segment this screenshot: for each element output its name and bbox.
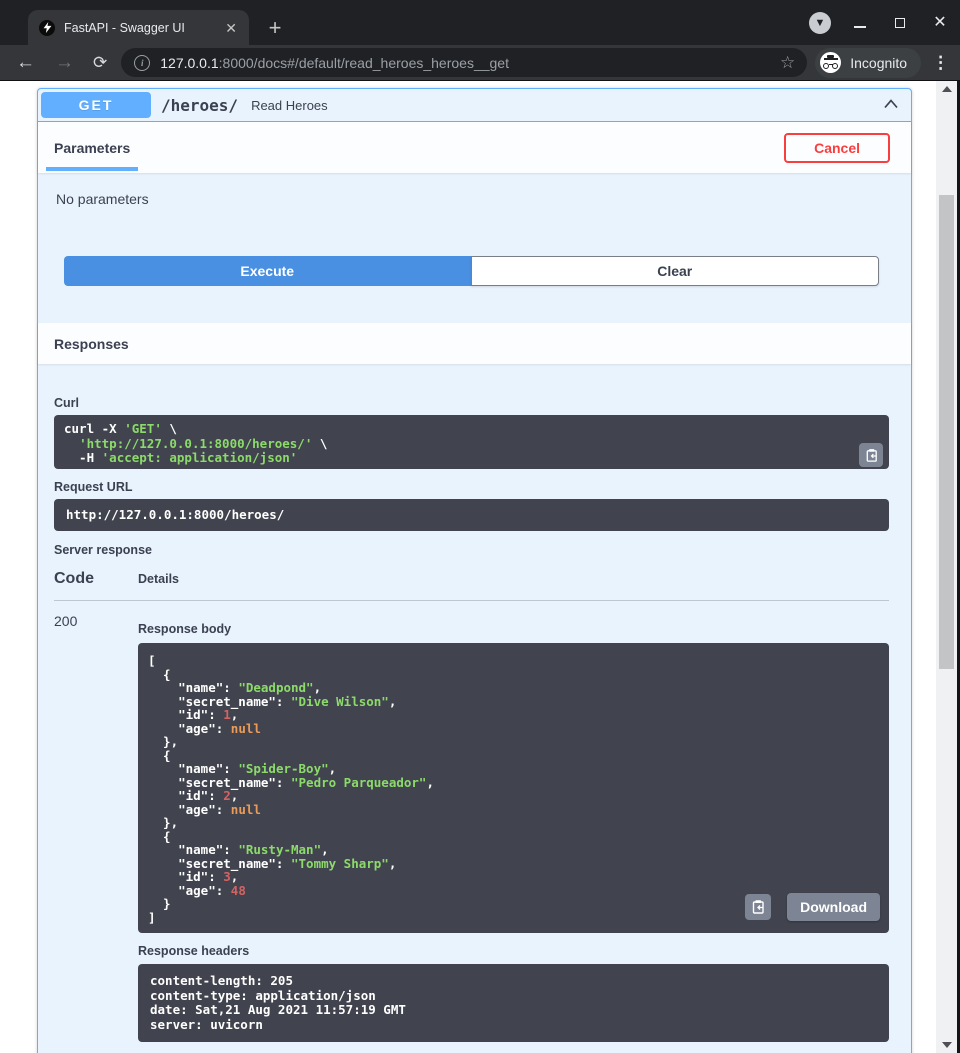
tab-search-button[interactable]: ▼ [808, 11, 832, 35]
parameters-title: Parameters [54, 140, 130, 156]
address-bar[interactable]: i 127.0.0.1:8000/docs#/default/read_hero… [121, 48, 807, 77]
new-tab-button[interactable]: + [262, 15, 288, 41]
method-badge: GET [41, 92, 151, 118]
response-details-cell: Response body [ { "name": "Deadpond", "s… [138, 613, 889, 1042]
browser-menu-button[interactable]: ⋮ [932, 53, 949, 73]
download-button[interactable]: Download [787, 893, 880, 921]
swagger-page: GET /heroes/ Read Heroes Parameters Canc… [0, 81, 936, 1053]
bookmark-star-icon[interactable]: ☆ [780, 53, 795, 73]
forward-button[interactable]: → [55, 53, 74, 72]
responses-header: Responses [38, 323, 911, 364]
details-column-header: Details [138, 572, 179, 588]
request-url-value: http://127.0.0.1:8000/heroes/ [66, 508, 877, 523]
responses-title: Responses [54, 336, 129, 352]
site-info-icon[interactable]: i [134, 55, 150, 71]
copy-curl-button[interactable] [859, 443, 883, 467]
operation-block-get-heroes: GET /heroes/ Read Heroes Parameters Canc… [37, 88, 912, 1053]
execute-button-group: Execute Clear [64, 256, 879, 286]
maximize-icon [895, 18, 905, 28]
request-url-block: http://127.0.0.1:8000/heroes/ [54, 499, 889, 531]
url-text[interactable]: 127.0.0.1:8000/docs#/default/read_heroes… [160, 55, 774, 71]
active-tab-underline [46, 167, 138, 171]
clear-button[interactable]: Clear [471, 256, 880, 286]
scrollbar-thumb[interactable] [939, 195, 954, 669]
operation-header[interactable]: GET /heroes/ Read Heroes [38, 89, 911, 122]
response-headers-label: Response headers [138, 944, 889, 959]
parameters-header: Parameters Cancel [38, 122, 911, 173]
execute-button[interactable]: Execute [64, 256, 471, 286]
minimize-button[interactable] [848, 11, 872, 35]
response-headers-block: content-length: 205 content-type: applic… [138, 964, 889, 1042]
response-body-block: [ { "name": "Deadpond", "secret_name": "… [138, 643, 889, 933]
parameters-body: No parameters Execute Clear [38, 173, 911, 323]
page-scrollbar[interactable] [936, 81, 957, 1053]
incognito-label: Incognito [850, 55, 907, 71]
browser-tab[interactable]: FastAPI - Swagger UI ✕ [28, 10, 249, 45]
minimize-icon [854, 26, 866, 28]
maximize-button[interactable] [888, 11, 912, 35]
cancel-button[interactable]: Cancel [784, 133, 890, 163]
chevron-down-icon: ▼ [809, 12, 831, 34]
curl-block: curl -X 'GET' \ 'http://127.0.0.1:8000/h… [54, 415, 889, 469]
url-host: 127.0.0.1 [160, 55, 218, 71]
close-window-button[interactable]: ✕ [928, 11, 952, 35]
collapse-chevron-icon[interactable] [883, 96, 899, 114]
tab-close-icon[interactable]: ✕ [221, 19, 241, 37]
reload-button[interactable]: ⟳ [93, 53, 107, 72]
fastapi-favicon-icon [39, 20, 55, 36]
response-body-actions: Download [745, 893, 880, 921]
tab-title: FastAPI - Swagger UI [64, 21, 221, 35]
close-icon: ✕ [933, 15, 946, 31]
operation-path: /heroes/ [161, 96, 238, 115]
browser-chrome: FastAPI - Swagger UI ✕ + ▼ ✕ ← → ⟳ i 127… [0, 0, 960, 80]
response-body-label: Response body [138, 622, 889, 637]
curl-code: curl -X 'GET' \ 'http://127.0.0.1:8000/h… [64, 422, 879, 466]
scrollbar-up-arrow[interactable] [942, 86, 952, 92]
incognito-icon [820, 52, 841, 73]
incognito-badge: Incognito [815, 48, 921, 78]
responses-body: Curl curl -X 'GET' \ 'http://127.0.0.1:8… [38, 364, 911, 1042]
no-parameters-text: No parameters [56, 191, 911, 207]
status-code: 200 [54, 613, 138, 1042]
server-response-label: Server response [54, 543, 889, 558]
window-controls: ▼ ✕ [792, 11, 952, 35]
response-body-code: [ { "name": "Deadpond", "secret_name": "… [148, 654, 879, 924]
response-table-header: Code Details [54, 570, 889, 601]
back-button[interactable]: ← [16, 53, 35, 72]
code-column-header: Code [54, 570, 138, 588]
response-headers-code: content-length: 205 content-type: applic… [150, 974, 877, 1032]
curl-label: Curl [54, 396, 889, 411]
url-path: :8000/docs#/default/read_heroes_heroes__… [219, 55, 509, 71]
operation-summary: Read Heroes [251, 98, 883, 113]
browser-toolbar: ← → ⟳ i 127.0.0.1:8000/docs#/default/rea… [0, 45, 960, 80]
request-url-label: Request URL [54, 480, 889, 495]
scrollbar-down-arrow[interactable] [942, 1042, 952, 1048]
copy-response-button[interactable] [745, 894, 771, 920]
response-row-200: 200 Response body [ { "name": "Deadpond"… [54, 613, 889, 1042]
